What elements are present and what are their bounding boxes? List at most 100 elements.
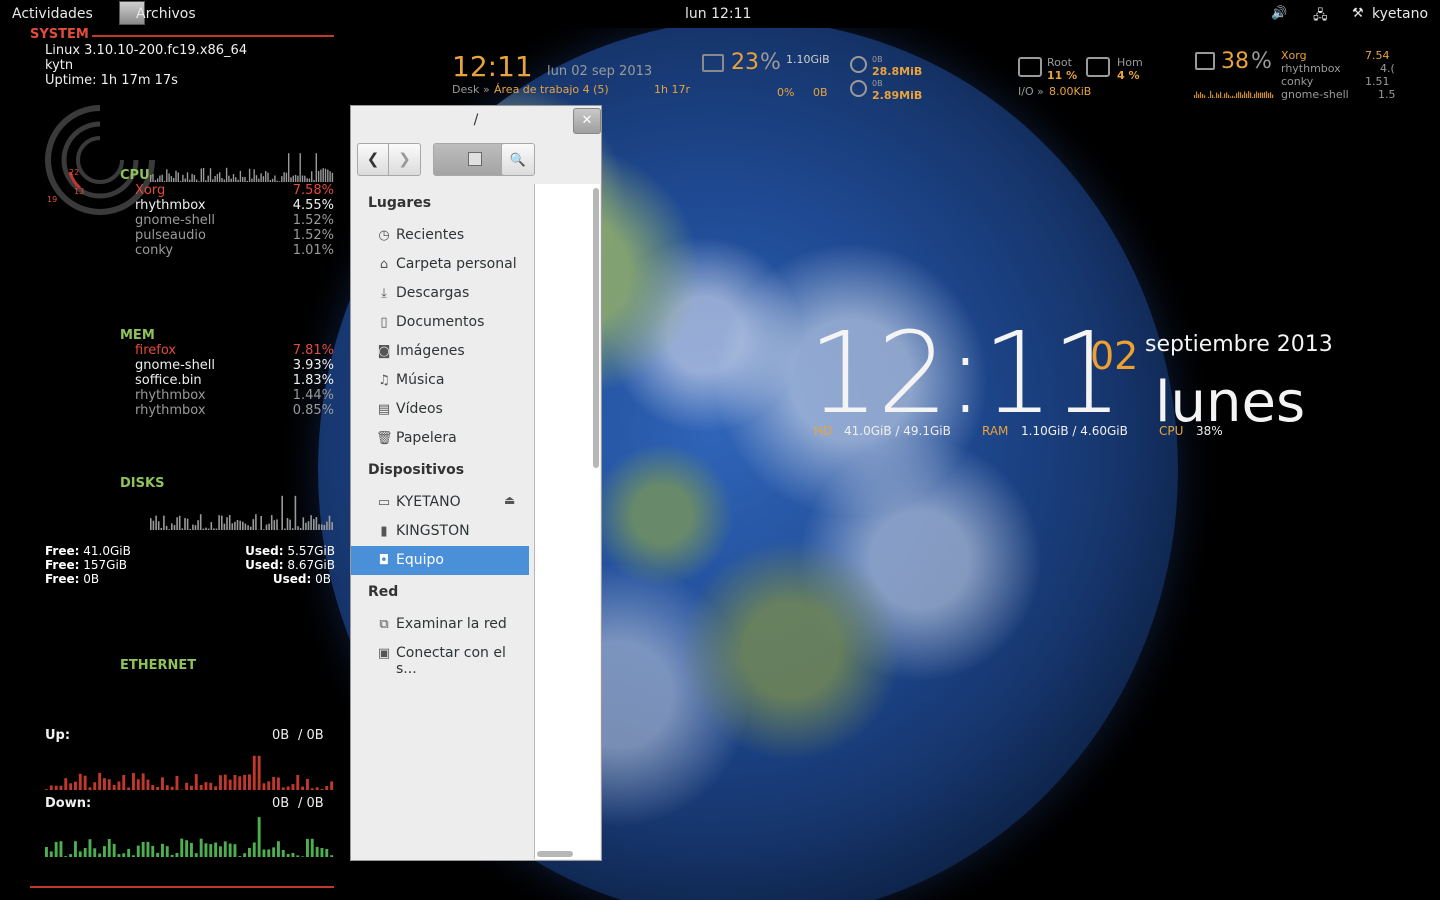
user-menu-icon[interactable]: ⚒ bbox=[1352, 6, 1364, 21]
sidebar-item-label: Conectar con el s... bbox=[396, 645, 506, 677]
sidebar-item-trash[interactable]: 🗑 Papelera bbox=[351, 424, 529, 453]
sparkline-bar bbox=[294, 174, 297, 182]
sparkline-bar bbox=[247, 525, 249, 530]
upload-circle-icon bbox=[850, 80, 867, 97]
sidebar-item-home[interactable]: ⌂ Carpeta personal bbox=[351, 250, 529, 279]
sparkline-bar bbox=[315, 153, 317, 182]
sparkline-bar bbox=[277, 777, 280, 790]
sparkline-bar bbox=[49, 851, 53, 857]
top-proc-value: 4.( bbox=[1380, 62, 1395, 75]
places-sidebar: Lugares ◷ Recientes ⌂ Carpeta personal ⤓ De… bbox=[351, 184, 533, 860]
sparkline-bar bbox=[328, 515, 331, 530]
sidebar-item-connect-server[interactable]: ▣ Conectar con el s... bbox=[351, 639, 529, 677]
sparkline-bar bbox=[166, 169, 168, 182]
sparkline-bar bbox=[199, 785, 203, 790]
widget-io-sep: » bbox=[1037, 85, 1044, 98]
sparkline-bar bbox=[1204, 95, 1206, 98]
sparkline-bar bbox=[233, 775, 237, 790]
sidebar-item-music[interactable]: ♫ Música bbox=[351, 366, 529, 395]
sparkline-bar bbox=[1246, 93, 1248, 98]
sparkline-bar bbox=[1228, 94, 1230, 98]
network-icon[interactable]: 🖧 bbox=[1313, 6, 1328, 28]
user-menu-button[interactable]: kyetano bbox=[1372, 6, 1428, 22]
widget-home-label: Hom bbox=[1117, 56, 1143, 69]
sidebar-item-kingston[interactable]: ▮ KINGSTON bbox=[351, 517, 529, 546]
sparkline-bar bbox=[1262, 92, 1264, 98]
sparkline-bar bbox=[290, 177, 292, 182]
widget-io-value: 8.00KiB bbox=[1049, 85, 1092, 98]
sidebar-item-browse-network[interactable]: ⧉ Examinar la red bbox=[351, 610, 529, 639]
trash-icon: 🗑 bbox=[376, 431, 393, 446]
sparkline-bar bbox=[189, 179, 191, 182]
usb-drive-icon: ▮ bbox=[380, 524, 388, 539]
app-menu-button[interactable]: Archivos bbox=[136, 6, 196, 22]
sparkline-bar bbox=[150, 518, 152, 530]
sparkline-bar bbox=[223, 841, 227, 857]
sparkline-bar bbox=[307, 521, 310, 530]
uptime-text: Uptime: 1h 17m 17s bbox=[45, 73, 178, 88]
sparkline-bar bbox=[1214, 97, 1216, 98]
sparkline-bar bbox=[306, 838, 309, 857]
devices-heading: Dispositivos bbox=[368, 462, 465, 478]
eject-icon[interactable]: ⏏ bbox=[504, 493, 515, 507]
home-icon: ⌂ bbox=[379, 257, 389, 272]
widget-root-value: 11 % bbox=[1047, 69, 1078, 82]
sidebar-item-recientes[interactable]: ◷ Recientes bbox=[351, 221, 529, 250]
sparkline-bar bbox=[112, 784, 116, 790]
sidebar-item-kyetano[interactable]: ▭ KYETANO ⏏ bbox=[351, 488, 529, 517]
computer-icon bbox=[468, 152, 482, 166]
sparkline-bar bbox=[157, 521, 160, 530]
ethernet-heading: ETHERNET bbox=[120, 658, 197, 673]
sparkline-bar bbox=[1226, 92, 1228, 98]
sidebar-item-downloads[interactable]: ⤓ Descargas bbox=[351, 279, 529, 308]
search-button[interactable]: 🔍 bbox=[501, 143, 535, 176]
sparkline-bar bbox=[165, 525, 168, 530]
close-button[interactable]: ✕ bbox=[573, 108, 601, 134]
forward-button[interactable]: ❯ bbox=[388, 143, 421, 176]
sparkline-bar bbox=[185, 782, 189, 790]
sparkline-bar bbox=[228, 843, 232, 857]
sparkline-bar bbox=[194, 853, 198, 857]
sparkline-bar bbox=[281, 495, 283, 530]
horizontal-scrollbar[interactable] bbox=[537, 851, 573, 857]
big-clock-month-year: septiembre 2013 bbox=[1145, 332, 1333, 357]
mem-proc-name: soffice.bin bbox=[135, 373, 202, 388]
sidebar-item-pictures[interactable]: ◙ Imágenes bbox=[351, 337, 529, 366]
sidebar-scrollbar[interactable] bbox=[593, 188, 599, 468]
sparkline-bar bbox=[320, 848, 324, 857]
sparkline-bar bbox=[221, 178, 223, 182]
sparkline-bar bbox=[1240, 92, 1242, 98]
sparkline-bar bbox=[1208, 96, 1210, 98]
sparkline-bar bbox=[310, 788, 314, 790]
top-proc-name: Xorg bbox=[1281, 49, 1307, 62]
sparkline-bar bbox=[1210, 90, 1212, 98]
sparkline-bar bbox=[1268, 93, 1270, 98]
file-list-pane[interactable] bbox=[534, 184, 600, 859]
sparkline-bar bbox=[277, 841, 280, 857]
sparkline-bar bbox=[329, 171, 331, 182]
sparkline-bar bbox=[207, 175, 209, 182]
network-icon: ⧉ bbox=[379, 617, 389, 632]
disk-row-used: Used: 0B bbox=[272, 572, 331, 586]
sidebar-item-videos[interactable]: ▤ Vídeos bbox=[351, 395, 529, 424]
sidebar-item-computer[interactable]: ◘ Equipo bbox=[351, 546, 529, 575]
sparkline-bar bbox=[325, 849, 329, 857]
sparkline-bar bbox=[265, 524, 268, 530]
ram-chip-icon bbox=[702, 54, 724, 72]
sparkline-bar bbox=[262, 849, 266, 857]
sparkline-bar bbox=[178, 515, 181, 530]
volume-icon[interactable]: 🔊 bbox=[1271, 6, 1287, 21]
clock-button[interactable]: lun 12:11 bbox=[685, 6, 751, 22]
widget-desk-label: Desk bbox=[452, 83, 480, 96]
back-button[interactable]: ❮ bbox=[357, 143, 389, 176]
sparkline-bar bbox=[69, 854, 73, 857]
sparkline-bar bbox=[192, 524, 194, 530]
sparkline-bar bbox=[54, 785, 58, 790]
sidebar-item-documents[interactable]: ▯ Documentos bbox=[351, 308, 529, 337]
sparkline-bar bbox=[177, 172, 179, 182]
sparkline-bar bbox=[236, 520, 239, 530]
activities-button[interactable]: Actividades bbox=[12, 6, 93, 22]
sparkline-bar bbox=[205, 180, 207, 182]
sparkline-bar bbox=[209, 844, 213, 857]
sparkline-bar bbox=[221, 515, 223, 530]
